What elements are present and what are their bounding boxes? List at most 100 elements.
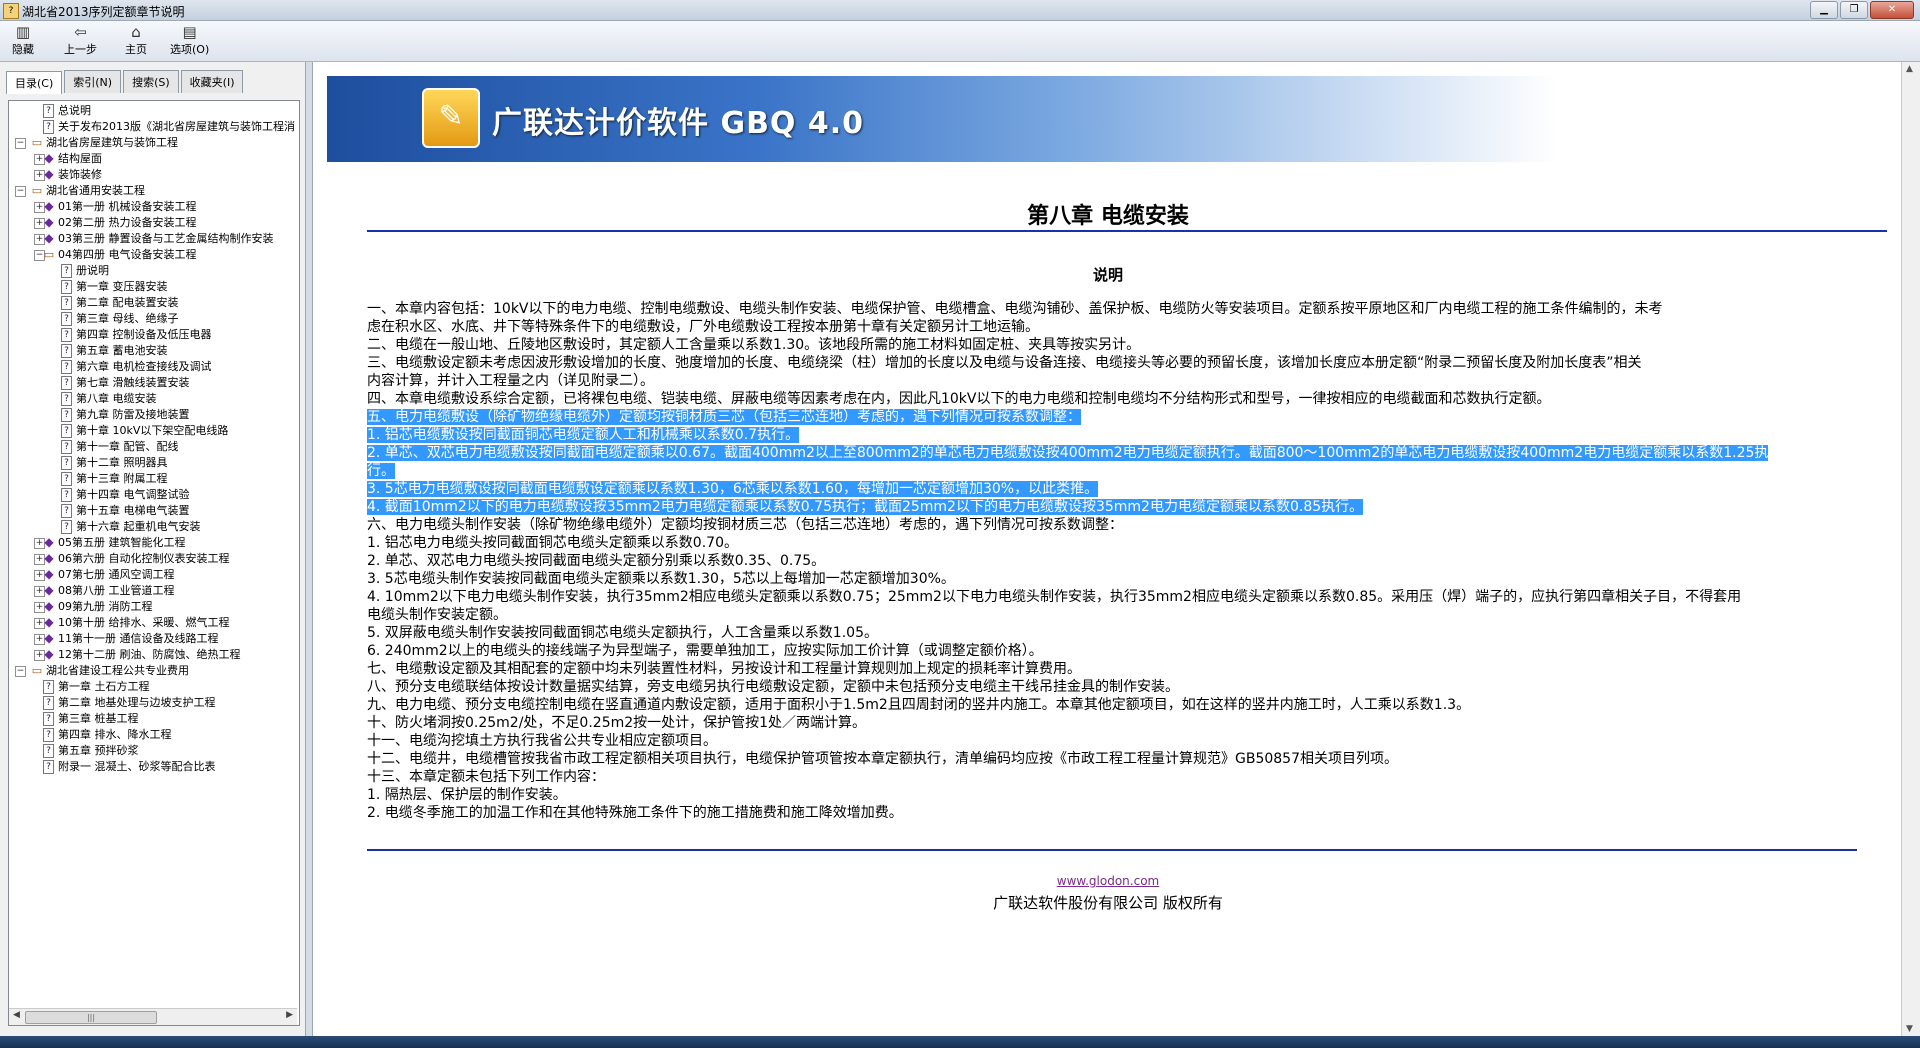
tree-item[interactable]: ? 第一章 变压器安装 xyxy=(9,279,297,295)
tree-item[interactable]: ? 第十一章 配管、配线 xyxy=(9,439,297,455)
tree-item[interactable]: ? 第十二章 照明器具 xyxy=(9,455,297,471)
tree-item[interactable]: + ◆ 09第九册 消防工程 xyxy=(9,599,297,615)
tree-item[interactable]: − ▭ 湖北省建设工程公共专业费用 xyxy=(9,663,297,679)
text-line: 虑在积水区、水底、井下等特殊条件下的电缆敷设，厂外电缆敷设工程按本册第十章有关定… xyxy=(367,319,1039,335)
scroll-thumb[interactable]: ||| xyxy=(25,1011,157,1024)
scroll-left-icon[interactable]: ◀ xyxy=(13,1010,20,1020)
help-page-icon: ? xyxy=(61,312,72,326)
tree-item[interactable]: − ▭ 湖北省通用安装工程 xyxy=(9,183,297,199)
tree-list: ? 总说明? 关于发布2013版《湖北省房屋建筑与装饰工程消 − ▭ 湖北省房屋建筑与装饰… xyxy=(9,103,297,775)
tree-item[interactable]: ? 第二章 地基处理与边坡支护工程 xyxy=(9,695,297,711)
tree-item[interactable]: ? 第十六章 起重机电气安装 xyxy=(9,519,297,535)
tree-item[interactable]: ? 关于发布2013版《湖北省房屋建筑与装饰工程消 xyxy=(9,119,297,135)
tree-item-label: 第四章 排水、降水工程 xyxy=(58,728,172,741)
tree-item-label: 第十三章 附属工程 xyxy=(76,472,168,485)
back-button[interactable]: ⇦ 上一步 xyxy=(64,24,97,57)
tree-item[interactable]: + ◆ 06第六册 自动化控制仪表安装工程 xyxy=(9,551,297,567)
scroll-down-icon[interactable]: ▼ xyxy=(1906,1024,1913,1034)
tree-item[interactable]: + ◆ 02第二册 热力设备安装工程 xyxy=(9,215,297,231)
section-subtitle: 说明 xyxy=(1092,266,1123,284)
tree-item[interactable]: ? 第八章 电缆安装 xyxy=(9,391,297,407)
bottom-divider xyxy=(367,849,1857,851)
tree-item[interactable]: ? 第三章 桩基工程 xyxy=(9,711,297,727)
tree-item[interactable]: + ◆ 装饰装修 xyxy=(9,167,297,183)
tree-item[interactable]: ? 第十章 10kV以下架空配电线路 xyxy=(9,423,297,439)
hide-button[interactable]: ▥ 隐藏 xyxy=(12,24,34,57)
help-page-icon: ? xyxy=(43,680,54,694)
tree-item[interactable]: ? 第三章 母线、绝缘子 xyxy=(9,311,297,327)
maximize-button[interactable]: ❐ xyxy=(1840,1,1868,19)
help-page-icon: ? xyxy=(61,296,72,310)
tree-item[interactable]: ? 第二章 配电装置安装 xyxy=(9,295,297,311)
close-button[interactable]: ✕ xyxy=(1870,1,1914,19)
tab-search[interactable]: 搜索(S) xyxy=(123,70,179,93)
closed-book-icon: ◆ xyxy=(44,583,54,597)
text-line: 电缆头制作安装定额。 xyxy=(367,607,507,623)
tree-item[interactable]: + ◆ 11第十一册 通信设备及线路工程 xyxy=(9,631,297,647)
tree-item[interactable]: + ◆ 07第七册 通风空调工程 xyxy=(9,567,297,583)
options-button[interactable]: ▤ 选项(O) xyxy=(170,24,209,57)
collapse-icon[interactable]: − xyxy=(15,666,26,677)
body-line: 1. 隔热层、保护层的制作安装。 xyxy=(367,786,1897,804)
tree-item[interactable]: + ◆ 12第十二册 刷油、防腐蚀、绝热工程 xyxy=(9,647,297,663)
tree-item[interactable]: + ◆ 03第三册 静置设备与工艺金属结构制作安装 xyxy=(9,231,297,247)
minimize-button[interactable]: ▁ xyxy=(1810,1,1838,19)
tree-item[interactable]: ? 第六章 电机检查接线及调试 xyxy=(9,359,297,375)
tree-item-label: 09第九册 消防工程 xyxy=(58,600,153,613)
website-link[interactable]: www.glodon.com xyxy=(313,874,1903,888)
collapse-icon[interactable]: − xyxy=(15,186,26,197)
tree-item[interactable]: ? 第一章 土石方工程 xyxy=(9,679,297,695)
body-line: 一、本章内容包括：10kV以下的电力电缆、控制电缆敷设、电缆头制作安装、电缆保护… xyxy=(367,300,1897,318)
back-arrow-icon: ⇦ xyxy=(74,23,87,41)
tree-item[interactable]: ? 册说明 xyxy=(9,263,297,279)
tree-item[interactable]: ? 附录一 混凝土、砂浆等配合比表 xyxy=(9,759,297,775)
collapse-icon[interactable]: − xyxy=(15,138,26,149)
tree-item[interactable]: ? 总说明 xyxy=(9,103,297,119)
body-line: 十、防火堵洞按0.25m2/处，不足0.25m2按一处计，保护管按1处／两端计算… xyxy=(367,714,1897,732)
tree-horizontal-scrollbar[interactable]: ◀ ||| ▶ xyxy=(9,1008,297,1025)
top-divider xyxy=(367,230,1887,232)
tree-item[interactable]: + ◆ 01第一册 机械设备安装工程 xyxy=(9,199,297,215)
tree-item[interactable]: − ▭ 湖北省房屋建筑与装饰工程 xyxy=(9,135,297,151)
tree-item-label: 第十五章 电梯电气装置 xyxy=(76,504,190,517)
tree-item[interactable]: + ◆ 08第八册 工业管道工程 xyxy=(9,583,297,599)
tab-index[interactable]: 索引(N) xyxy=(64,70,122,93)
closed-book-icon: ◆ xyxy=(44,167,54,181)
tree-item[interactable]: + ◆ 05第五册 建筑智能化工程 xyxy=(9,535,297,551)
text-line: 内容计算，并计入工程量之内（详见附录二）。 xyxy=(367,373,654,389)
tree-item-label: 第三章 桩基工程 xyxy=(58,712,139,725)
tree-item[interactable]: ? 第十五章 电梯电气装置 xyxy=(9,503,297,519)
help-page-icon: ? xyxy=(43,760,54,774)
tab-favorites[interactable]: 收藏夹(I) xyxy=(180,70,244,93)
tree-item[interactable]: ? 第九章 防雷及接地装置 xyxy=(9,407,297,423)
tree-item[interactable]: − ▭ 04第四册 电气设备安装工程 xyxy=(9,247,297,263)
body-line: 内容计算，并计入工程量之内（详见附录二）。 xyxy=(367,372,1897,390)
tab-contents[interactable]: 目录(C) xyxy=(6,71,63,94)
tree-item[interactable]: ? 第四章 排水、降水工程 xyxy=(9,727,297,743)
tree-item[interactable]: + ◆ 10第十册 给排水、采暖、燃气工程 xyxy=(9,615,297,631)
content-vertical-scrollbar[interactable]: ▲ ▼ xyxy=(1901,62,1920,1036)
brand-banner: ✎ 广联达计价软件 GBQ 4.0 xyxy=(327,76,1557,162)
tree-item[interactable]: ? 第十三章 附属工程 xyxy=(9,471,297,487)
tree-item-label: 第十六章 起重机电气安装 xyxy=(76,520,201,533)
tree-item[interactable]: ? 第五章 预拌砂浆 xyxy=(9,743,297,759)
scroll-right-icon[interactable]: ▶ xyxy=(286,1010,293,1020)
tree-item[interactable]: ? 第七章 滑触线装置安装 xyxy=(9,375,297,391)
body-line: 5. 双屏蔽电缆头制作安装按同截面铜芯电缆头定额执行，人工含量乘以系数1.05。 xyxy=(367,624,1897,642)
scroll-up-icon[interactable]: ▲ xyxy=(1906,64,1913,74)
body-line: 二、电缆在一般山地、丘陵地区敷设时，其定额人工含量乘以系数1.30。该地段所需的… xyxy=(367,336,1897,354)
tree-item-label: 第十章 10kV以下架空配电线路 xyxy=(76,424,229,437)
tree-item[interactable]: ? 第五章 蓄电池安装 xyxy=(9,343,297,359)
tree-item[interactable]: + ◆ 结构屋面 xyxy=(9,151,297,167)
tree-item-label: 第七章 滑触线装置安装 xyxy=(76,376,190,389)
body-line: 行。 xyxy=(367,462,1897,480)
body-line: 电缆头制作安装定额。 xyxy=(367,606,1897,624)
tree-item-label: 第八章 电缆安装 xyxy=(76,392,157,405)
home-button[interactable]: ⌂ 主页 xyxy=(125,24,147,57)
text-line: 1. 隔热层、保护层的制作安装。 xyxy=(367,787,567,803)
text-line: 2. 单芯、双芯电力电缆头按同截面电缆头定额分别乘以系数0.35、0.75。 xyxy=(367,553,826,569)
body-line: 4. 截面10mm2以下的电力电缆敷设按35mm2电力电缆定额乘以系数0.75执… xyxy=(367,498,1897,516)
body-line: 三、电缆敷设定额未考虑因波形敷设增加的长度、弛度增加的长度、电缆绕梁（柱）增加的… xyxy=(367,354,1897,372)
tree-item[interactable]: ? 第十四章 电气调整试验 xyxy=(9,487,297,503)
tree-item[interactable]: ? 第四章 控制设备及低压电器 xyxy=(9,327,297,343)
